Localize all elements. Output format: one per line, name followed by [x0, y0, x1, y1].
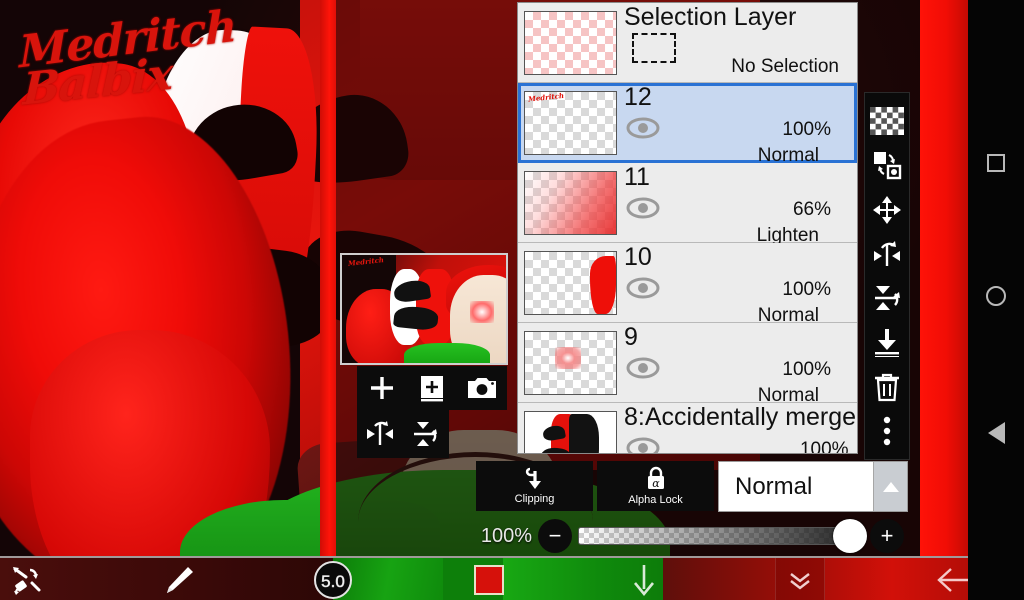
triangle-icon [987, 422, 1005, 444]
layer-body: 12 100% Normal [622, 83, 857, 166]
layer-thumbnail[interactable] [518, 83, 622, 162]
back-button[interactable] [968, 405, 1024, 461]
layer-body: 8:Accidentally merge i 100% [622, 403, 858, 454]
layer-visibility-icon[interactable] [626, 357, 660, 379]
left-red-chrome-strip [320, 0, 336, 556]
layer-name: 10 [624, 244, 652, 271]
color-swatch[interactable] [474, 565, 504, 595]
layer-thumbnail[interactable] [518, 163, 622, 242]
selection-status: No Selection [731, 56, 839, 77]
circle-icon [986, 286, 1006, 306]
opacity-increase-button[interactable]: + [870, 519, 904, 553]
layer-opacity: 100% [782, 279, 831, 300]
layer-body: 10 100% Normal [622, 243, 857, 326]
layer-thumbnail[interactable] [518, 243, 622, 322]
selection-layer-thumbnail[interactable] [518, 3, 622, 82]
layer-visibility-icon[interactable] [626, 197, 660, 219]
brush-size-button[interactable]: 5.0 [310, 558, 356, 600]
download-arrow-icon[interactable] [618, 558, 670, 600]
delete-layer-icon[interactable] [867, 367, 907, 407]
layer-9-thumb [523, 330, 617, 395]
square-icon [987, 154, 1005, 172]
layer-opacity: 100% [799, 439, 849, 454]
blend-mode-value: Normal [735, 472, 813, 500]
chevron-double-down-icon[interactable] [775, 558, 825, 600]
layer-name: 9 [624, 324, 638, 351]
home-button[interactable] [968, 268, 1024, 324]
layer-thumbnail[interactable] [518, 323, 622, 402]
merge-down-icon[interactable] [867, 322, 907, 362]
svg-text:α: α [652, 477, 660, 490]
layer-visibility-icon[interactable] [626, 277, 660, 299]
duplicate-layer-icon[interactable] [411, 368, 453, 408]
alpha-lock-button[interactable]: α Alpha Lock [597, 461, 714, 511]
layer-name: 12 [624, 84, 652, 111]
back-arrow-icon[interactable] [930, 558, 968, 600]
blend-mode-select[interactable]: Normal [718, 461, 908, 512]
layer-8-thumb [523, 410, 617, 453]
alpha-lock-label: Alpha Lock [628, 494, 683, 506]
layer-row[interactable]: 10 100% Normal [518, 243, 857, 326]
preview-shirt [404, 343, 490, 363]
flip-vertical-icon[interactable] [405, 414, 447, 454]
layer-opacity: 100% [782, 119, 831, 140]
rotate-object-icon[interactable] [867, 145, 907, 185]
layer-opacity-slider-row: 100% − + [470, 516, 910, 556]
layer-opacity: 66% [792, 199, 831, 220]
mini-layer-toolbar-row-2 [357, 410, 449, 458]
layer-10-thumb [523, 250, 617, 315]
layer-actions-toolbar [864, 92, 910, 460]
selection-layer-body: Selection Layer No Selection [622, 3, 857, 82]
opacity-slider-track[interactable] [578, 519, 867, 553]
android-navigation-bar [968, 0, 1024, 600]
clipping-label: Clipping [514, 493, 555, 505]
move-layer-icon[interactable] [867, 190, 907, 230]
layer-opacity: 100% [782, 359, 831, 380]
more-options-icon[interactable] [867, 411, 907, 451]
selection-marquee-icon [632, 33, 676, 63]
flip-horizontal-icon[interactable] [359, 414, 401, 454]
layer-row[interactable]: 12 100% Normal [518, 83, 857, 166]
layer-11-thumb [523, 170, 617, 235]
opacity-decrease-button[interactable]: − [538, 519, 572, 553]
selection-layer-row[interactable]: Selection Layer No Selection [518, 3, 857, 83]
add-layer-plus-icon[interactable] [361, 368, 403, 408]
clipping-icon [525, 467, 541, 489]
mini-layer-toolbar-row-1 [357, 366, 507, 410]
recent-apps-button[interactable] [968, 135, 1024, 191]
chevron-up-icon[interactable] [873, 462, 907, 511]
undo-redo-icon[interactable] [0, 558, 54, 600]
layer-row[interactable]: 11 66% Lighten [518, 163, 857, 246]
canvas-preview-thumbnail[interactable]: Medritch [340, 253, 508, 365]
flip-vertical-icon[interactable] [867, 278, 907, 318]
layer-name: 8:Accidentally merge i [624, 404, 858, 431]
right-red-chrome-strip [920, 0, 968, 556]
bottom-toolbar: 5.0 [0, 556, 968, 600]
layer-body: 9 100% Normal [622, 323, 857, 406]
transparency-checker-icon[interactable] [867, 101, 907, 141]
layer-visibility-icon[interactable] [626, 117, 660, 139]
brush-icon[interactable] [148, 558, 204, 600]
layer-body: 11 66% Lighten [622, 163, 857, 246]
layer-row[interactable]: 8:Accidentally merge i 100% [518, 403, 858, 454]
layer-thumbnail[interactable] [518, 403, 622, 453]
layer-visibility-icon[interactable] [626, 437, 660, 453]
opacity-slider-knob[interactable] [833, 519, 867, 553]
alpha-lock-icon: α [647, 466, 664, 490]
opacity-value-label: 100% [480, 524, 532, 547]
layer-12-thumb [523, 90, 617, 155]
ibispaint-app-window: Medritch Balbix Medritch Selection Layer… [0, 0, 1024, 600]
selection-checker-thumb [523, 10, 617, 75]
layer-list-panel[interactable]: Selection Layer No Selection 12 100% Nor… [517, 2, 858, 454]
preview-eye-glow [470, 301, 494, 323]
selection-layer-title: Selection Layer [624, 4, 797, 31]
color-picker-button[interactable] [466, 558, 512, 600]
brush-size-value: 5.0 [321, 572, 345, 591]
flip-horizontal-icon[interactable] [867, 234, 907, 274]
layer-name: 11 [624, 164, 650, 191]
camera-import-icon[interactable] [461, 368, 503, 408]
layer-row[interactable]: 9 100% Normal [518, 323, 857, 406]
clipping-button[interactable]: Clipping [476, 461, 593, 511]
